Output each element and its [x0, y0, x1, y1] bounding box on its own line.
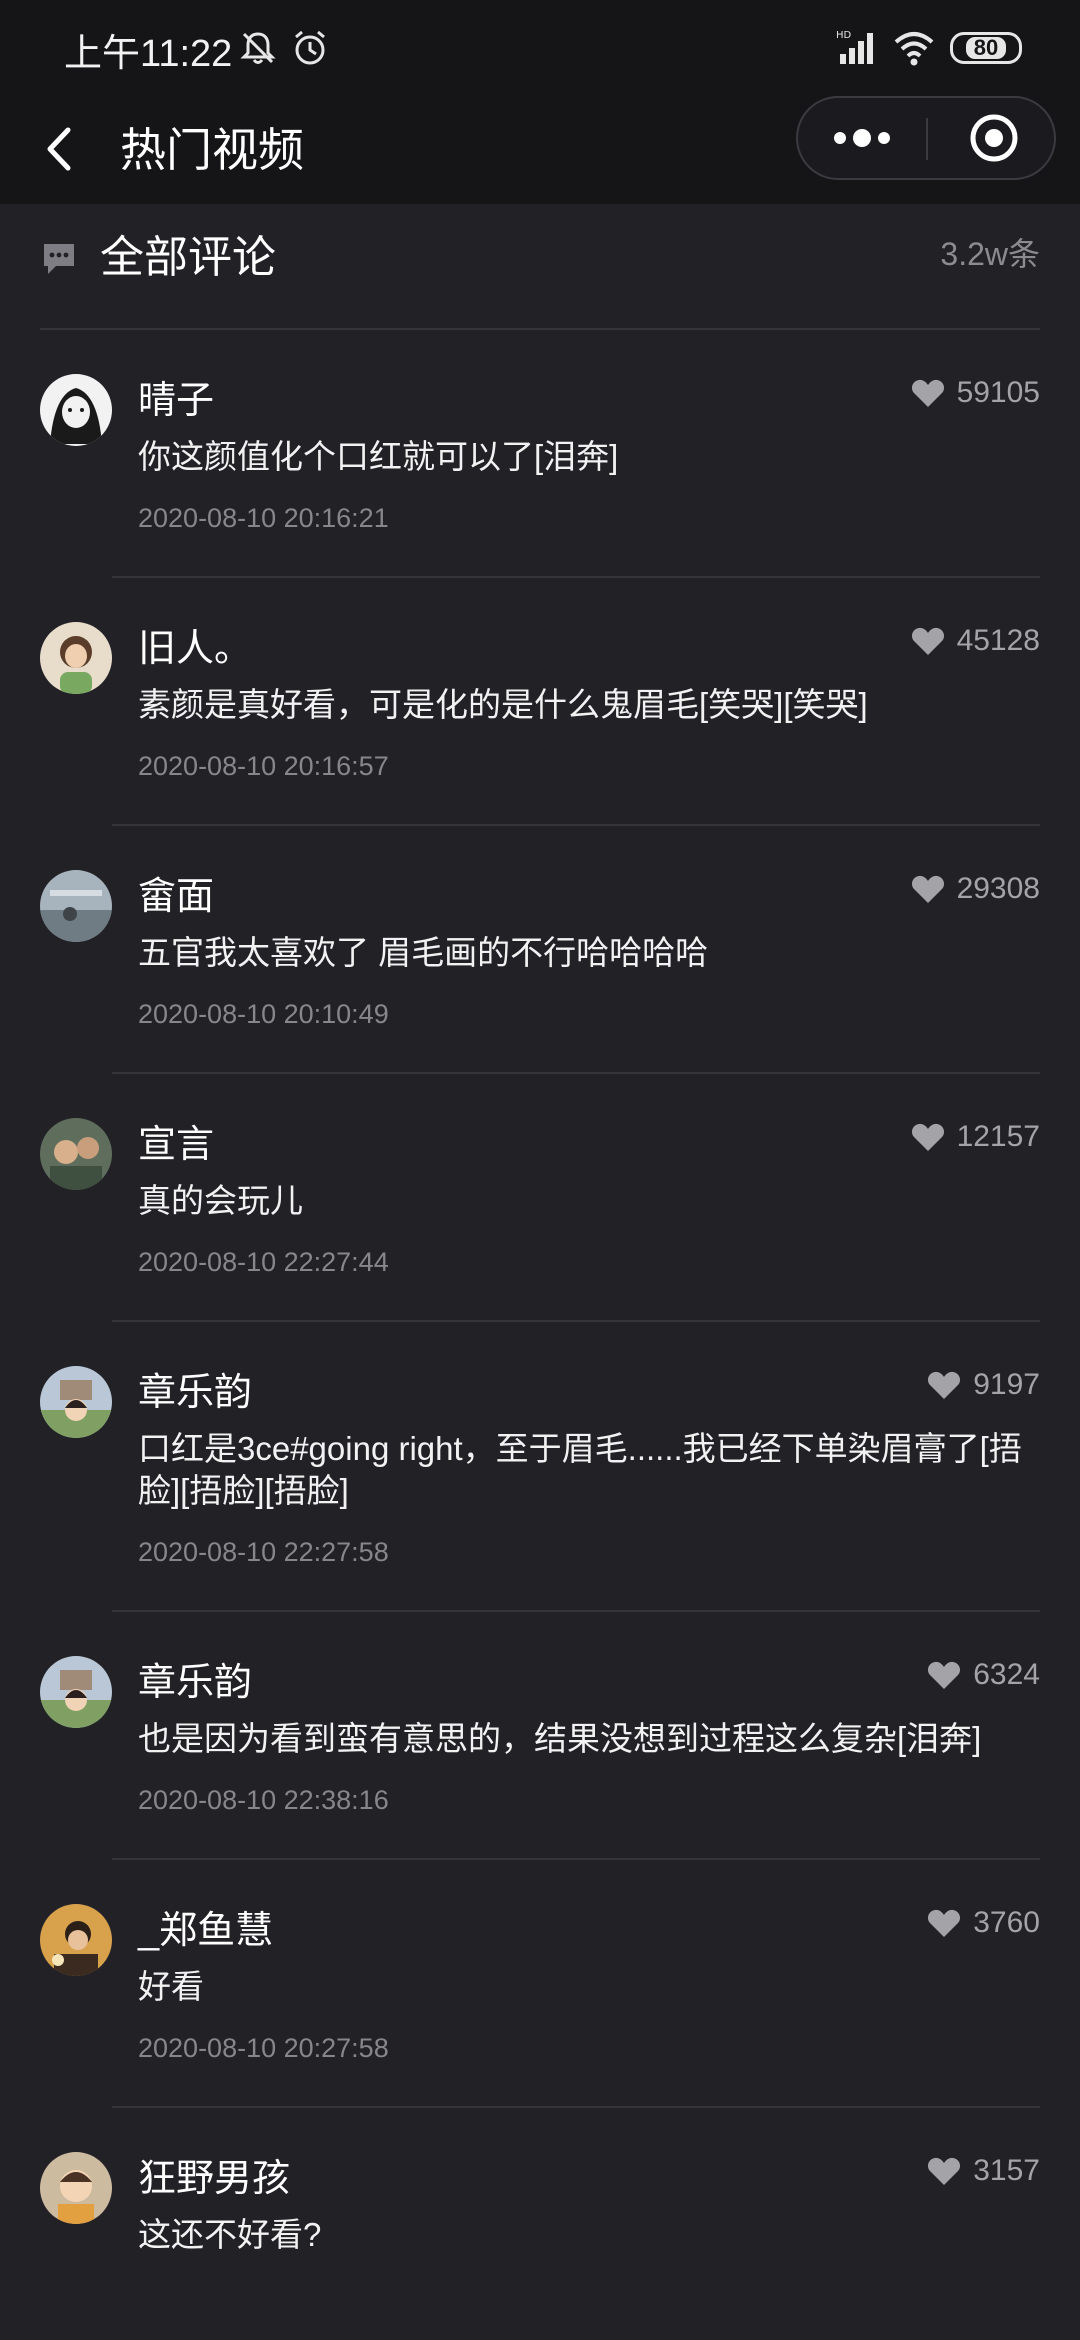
- comment-time: 2020-08-10 22:38:16: [138, 1785, 389, 1815]
- like-button[interactable]: 29308: [911, 872, 1040, 906]
- like-count: 29308: [956, 872, 1040, 905]
- avatar[interactable]: [40, 1118, 112, 1190]
- svg-text:HD: HD: [836, 30, 852, 41]
- avatar[interactable]: [40, 1366, 112, 1438]
- comment-text: 你这颜值化个口红就可以了[泪奔]: [138, 438, 619, 475]
- status-time: 上午11:22: [64, 33, 233, 75]
- screen: 上午11:22 HD 80 热门视频 全部评论 3.2w条 晴子 59105 你…: [0, 0, 1080, 2340]
- comments-count: 3.2w条: [940, 236, 1040, 272]
- comment-username[interactable]: 狂野男孩: [138, 2152, 1040, 2206]
- like-button[interactable]: 59105: [911, 376, 1040, 410]
- comment-username[interactable]: 章乐韵: [138, 1656, 1040, 1710]
- like-count: 59105: [956, 376, 1040, 409]
- miniprogram-capsule: [796, 96, 1056, 180]
- heart-icon: [928, 1909, 961, 1937]
- comment-item[interactable]: _郑鱼慧 3760 好看 2020-08-10 20:27:58: [0, 1860, 1080, 2108]
- comment-username[interactable]: 晴子: [138, 374, 1040, 428]
- comment-item[interactable]: 旧人。 45128 素颜是真好看，可是化的是什么鬼眉毛[笑哭][笑哭] 2020…: [0, 578, 1080, 826]
- close-target-icon[interactable]: [930, 98, 1054, 178]
- comment-time: 2020-08-10 22:27:44: [138, 1247, 389, 1277]
- heart-icon: [911, 379, 944, 407]
- comment-username[interactable]: 旧人。: [138, 622, 1040, 676]
- comment-bubble-icon: [44, 244, 74, 274]
- comment-item[interactable]: 晴子 59105 你这颜值化个口红就可以了[泪奔] 2020-08-10 20:…: [0, 330, 1080, 578]
- comment-text: 好看: [138, 1968, 204, 2005]
- like-count: 9197: [973, 1368, 1040, 1401]
- comment-item[interactable]: 畲面 29308 五官我太喜欢了 眉毛画的不行哈哈哈哈 2020-08-10 2…: [0, 826, 1080, 1074]
- comment-item[interactable]: 宣言 12157 真的会玩儿 2020-08-10 22:27:44: [0, 1074, 1080, 1322]
- comment-text: 真的会玩儿: [138, 1182, 303, 1219]
- like-count: 6324: [973, 1658, 1040, 1691]
- battery-level: 80: [965, 37, 1007, 59]
- comment-text: 也是因为看到蛮有意思的，结果没想到过程这么复杂[泪奔]: [138, 1720, 982, 1757]
- like-button[interactable]: 3157: [927, 2154, 1040, 2188]
- capsule-divider: [926, 118, 928, 160]
- avatar[interactable]: [40, 1904, 112, 1976]
- comment-time: 2020-08-10 20:27:58: [138, 2033, 389, 2063]
- like-button[interactable]: 3760: [927, 1906, 1040, 1940]
- heart-icon: [911, 1123, 944, 1151]
- status-bar: 上午11:22 HD 80: [0, 0, 1080, 96]
- heart-icon: [928, 1661, 961, 1689]
- like-button[interactable]: 9197: [927, 1368, 1040, 1402]
- avatar[interactable]: [40, 2152, 112, 2224]
- like-count: 45128: [956, 624, 1040, 657]
- comment-text: 这还不好看?: [138, 2216, 322, 2253]
- comment-text: 五官我太喜欢了 眉毛画的不行哈哈哈哈: [138, 934, 709, 971]
- back-arrow-icon[interactable]: [30, 114, 90, 184]
- comment-item[interactable]: 章乐韵 6324 也是因为看到蛮有意思的，结果没想到过程这么复杂[泪奔] 202…: [0, 1612, 1080, 1860]
- avatar[interactable]: [40, 622, 112, 694]
- signal-icon: HD: [836, 30, 873, 64]
- like-count: 12157: [956, 1120, 1040, 1153]
- like-count: 3157: [973, 2154, 1040, 2187]
- comment-item[interactable]: 章乐韵 9197 口红是3ce#going right，至于眉毛......我已…: [0, 1322, 1080, 1612]
- avatar[interactable]: [40, 870, 112, 942]
- avatar[interactable]: [40, 1656, 112, 1728]
- heart-icon: [928, 1371, 961, 1399]
- heart-icon: [911, 875, 944, 903]
- battery-icon: 80: [950, 32, 1022, 64]
- alarm-icon: [295, 30, 325, 65]
- comment-username[interactable]: 章乐韵: [138, 1366, 1040, 1420]
- comment-text: 素颜是真好看，可是化的是什么鬼眉毛[笑哭][笑哭]: [138, 686, 868, 723]
- comment-time: 2020-08-10 22:27:58: [138, 1537, 389, 1567]
- comment-list: 晴子 59105 你这颜值化个口红就可以了[泪奔] 2020-08-10 20:…: [0, 330, 1080, 2316]
- nav-bar: 热门视频: [0, 96, 1080, 204]
- comments-header: 全部评论 3.2w条: [0, 204, 1080, 330]
- more-dots-icon[interactable]: [798, 98, 926, 178]
- wifi-icon: [894, 32, 934, 66]
- avatar[interactable]: [40, 374, 112, 446]
- like-button[interactable]: 45128: [911, 624, 1040, 658]
- bell-off-icon: [240, 32, 276, 64]
- comment-text: 口红是3ce#going right，至于眉毛......我已经下单染眉膏了[捂…: [138, 1430, 1022, 1509]
- comments-title: 全部评论: [100, 233, 276, 282]
- comment-time: 2020-08-10 20:16:57: [138, 751, 389, 781]
- like-count: 3760: [973, 1906, 1040, 1939]
- page-title: 热门视频: [120, 124, 304, 176]
- comment-username[interactable]: 宣言: [138, 1118, 1040, 1172]
- comment-time: 2020-08-10 20:10:49: [138, 999, 389, 1029]
- comment-item[interactable]: 狂野男孩 3157 这还不好看?: [0, 2108, 1080, 2316]
- heart-icon: [911, 627, 944, 655]
- comment-username[interactable]: _郑鱼慧: [138, 1904, 1040, 1958]
- comment-username[interactable]: 畲面: [138, 870, 1040, 924]
- comment-time: 2020-08-10 20:16:21: [138, 503, 389, 533]
- like-button[interactable]: 12157: [911, 1120, 1040, 1154]
- heart-icon: [928, 2157, 961, 2185]
- like-button[interactable]: 6324: [927, 1658, 1040, 1692]
